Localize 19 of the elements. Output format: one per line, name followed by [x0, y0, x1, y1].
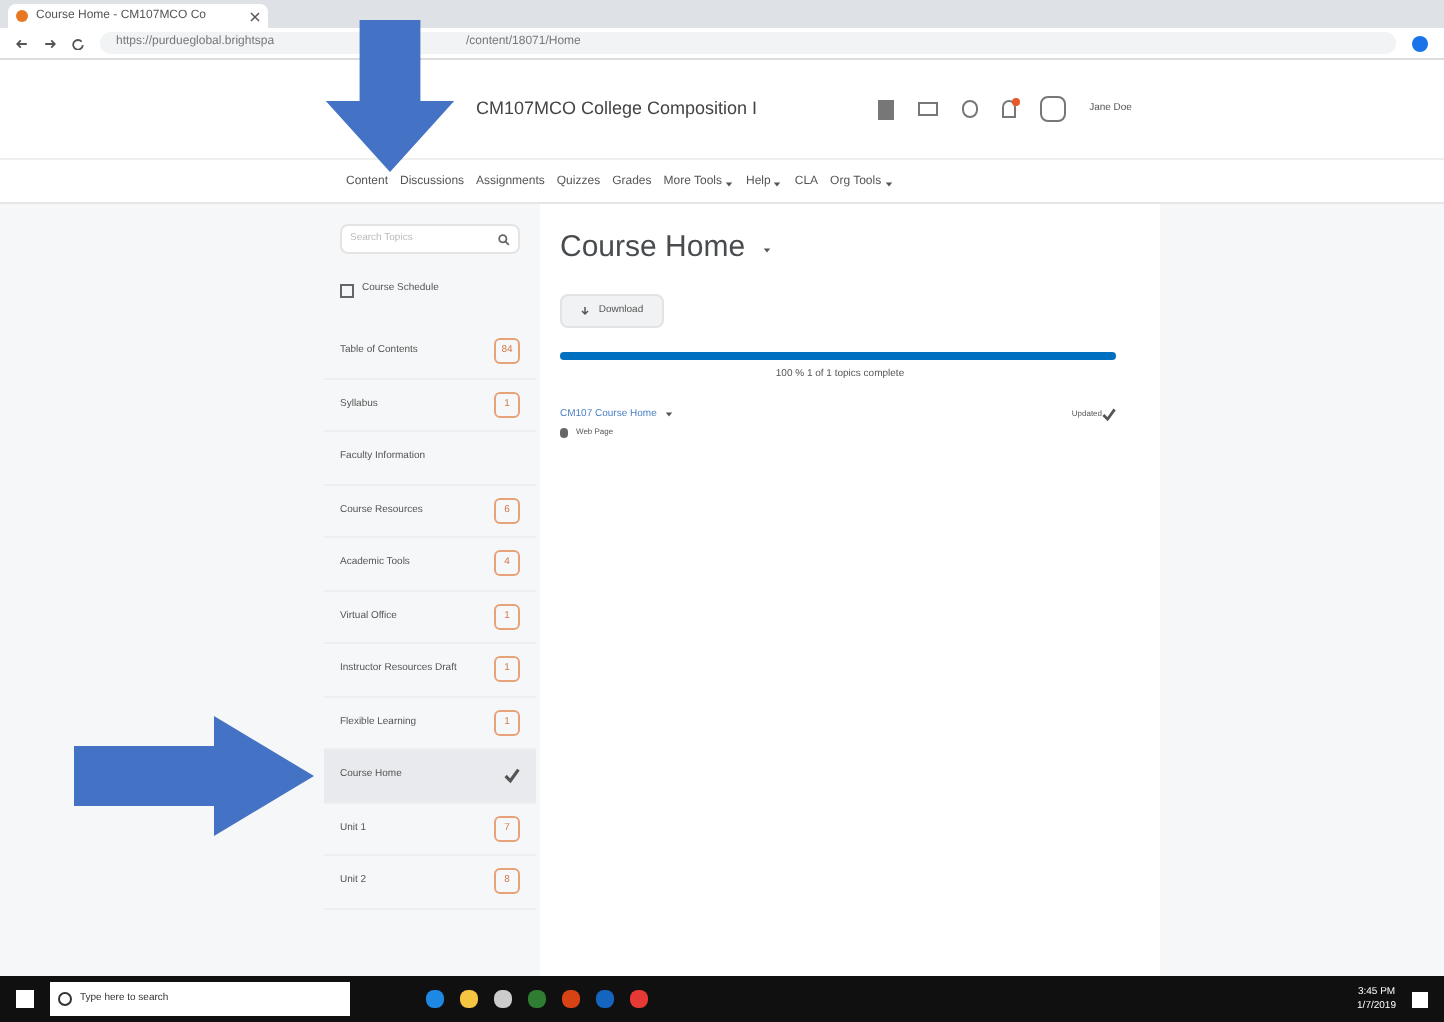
caret-icon[interactable]: [761, 245, 772, 253]
profile-icon[interactable]: [1412, 35, 1428, 51]
caret-icon[interactable]: [724, 179, 735, 187]
download-icon: [580, 306, 591, 316]
caret-icon[interactable]: [772, 179, 783, 187]
caret-icon[interactable]: [664, 410, 675, 419]
close-icon[interactable]: [250, 11, 260, 21]
caret-icon[interactable]: [883, 179, 894, 187]
reload-icon[interactable]: [72, 37, 84, 49]
forward-icon[interactable]: [44, 37, 56, 49]
site-icon: [16, 10, 28, 22]
mail-icon[interactable]: [917, 102, 938, 116]
check-icon: [504, 767, 520, 784]
search-icon[interactable]: [498, 233, 510, 245]
page-title: Course Home: [560, 228, 746, 269]
back-icon[interactable]: [16, 37, 28, 49]
course-title[interactable]: CM107MCO College Composition I: [476, 95, 758, 123]
bell-icon[interactable]: [1001, 100, 1016, 118]
cortana-icon: [58, 992, 72, 1006]
